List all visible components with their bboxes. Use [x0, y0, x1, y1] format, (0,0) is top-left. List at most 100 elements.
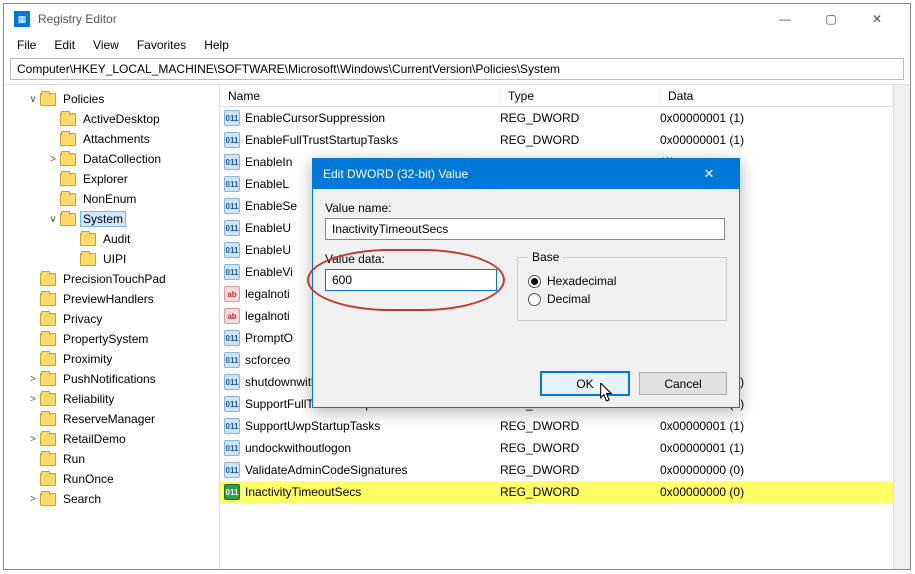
tree-node-proximity[interactable]: Proximity: [4, 349, 219, 369]
value-type-icon: 011: [224, 352, 240, 368]
tree-node-attachments[interactable]: Attachments: [4, 129, 219, 149]
value-type-icon: 011: [224, 176, 240, 192]
twisty-icon[interactable]: >: [46, 154, 60, 165]
twisty-icon[interactable]: >: [26, 394, 40, 405]
folder-icon: [60, 113, 76, 126]
menu-edit[interactable]: Edit: [46, 36, 83, 54]
close-button[interactable]: ✕: [854, 4, 900, 34]
tree-node-policies[interactable]: ∨Policies: [4, 89, 219, 109]
tree-node-uipi[interactable]: UIPI: [4, 249, 219, 269]
tree-node-search[interactable]: >Search: [4, 489, 219, 509]
value-data-field[interactable]: [325, 269, 497, 291]
tree-node-precisiontouchpad[interactable]: PrecisionTouchPad: [4, 269, 219, 289]
list-row[interactable]: 011EnableCursorSuppressionREG_DWORD0x000…: [220, 107, 893, 129]
value-type-icon: 011: [224, 374, 240, 390]
twisty-icon[interactable]: >: [26, 434, 40, 445]
tree-view[interactable]: ∨PoliciesActiveDesktopAttachments>DataCo…: [4, 85, 220, 569]
dialog-title: Edit DWORD (32-bit) Value: [323, 167, 689, 181]
menu-file[interactable]: File: [9, 36, 44, 54]
vertical-scrollbar[interactable]: [893, 85, 910, 569]
tree-node-runonce[interactable]: RunOnce: [4, 469, 219, 489]
maximize-button[interactable]: ▢: [808, 4, 854, 34]
tree-node-propertysystem[interactable]: PropertySystem: [4, 329, 219, 349]
radio-dec-icon: [528, 293, 541, 306]
tree-node-nonenum[interactable]: NonEnum: [4, 189, 219, 209]
minimize-button[interactable]: —: [762, 4, 808, 34]
twisty-icon[interactable]: ∨: [26, 94, 40, 105]
twisty-icon[interactable]: >: [26, 374, 40, 385]
ok-button[interactable]: OK: [541, 372, 629, 395]
value-type-icon: ab: [224, 286, 240, 302]
folder-icon: [40, 353, 56, 366]
list-row[interactable]: 011SupportUwpStartupTasksREG_DWORD0x0000…: [220, 415, 893, 437]
col-data-header[interactable]: Data: [660, 86, 893, 106]
value-type-icon: 011: [224, 418, 240, 434]
edit-dword-dialog: Edit DWORD (32-bit) Value ✕ Value name: …: [312, 158, 740, 408]
value-type-icon: 011: [224, 264, 240, 280]
folder-icon: [40, 373, 56, 386]
folder-icon: [60, 153, 76, 166]
window-title: Registry Editor: [38, 12, 762, 26]
radio-hex-icon: [528, 275, 541, 288]
tree-node-retaildemo[interactable]: >RetailDemo: [4, 429, 219, 449]
tree-node-previewhandlers[interactable]: PreviewHandlers: [4, 289, 219, 309]
value-type-icon: 011: [224, 440, 240, 456]
base-group: Base Hexadecimal Decimal: [517, 250, 727, 321]
list-row[interactable]: 011ValidateAdminCodeSignaturesREG_DWORD0…: [220, 459, 893, 481]
tree-node-reservemanager[interactable]: ReserveManager: [4, 409, 219, 429]
dialog-titlebar[interactable]: Edit DWORD (32-bit) Value ✕: [313, 159, 739, 189]
list-row[interactable]: 011EnableFullTrustStartupTasksREG_DWORD0…: [220, 129, 893, 151]
titlebar[interactable]: ▦ Registry Editor — ▢ ✕: [4, 4, 910, 34]
folder-icon: [60, 213, 76, 226]
tree-node-privacy[interactable]: Privacy: [4, 309, 219, 329]
folder-icon: [40, 473, 56, 486]
radio-decimal[interactable]: Decimal: [528, 292, 716, 306]
tree-node-datacollection[interactable]: >DataCollection: [4, 149, 219, 169]
list-header[interactable]: Name Type Data: [220, 85, 893, 107]
folder-icon: [40, 493, 56, 506]
menu-bar: FileEditViewFavoritesHelp: [4, 34, 910, 56]
radio-hex-label: Hexadecimal: [547, 274, 616, 288]
address-bar[interactable]: Computer\HKEY_LOCAL_MACHINE\SOFTWARE\Mic…: [10, 58, 904, 80]
value-type-icon: 011: [224, 110, 240, 126]
tree-node-pushnotifications[interactable]: >PushNotifications: [4, 369, 219, 389]
tree-node-explorer[interactable]: Explorer: [4, 169, 219, 189]
value-name-label: Value name:: [325, 201, 727, 215]
twisty-icon[interactable]: ∨: [46, 214, 60, 225]
value-type-icon: 011: [224, 198, 240, 214]
registry-editor-window: ▦ Registry Editor — ▢ ✕ FileEditViewFavo…: [3, 3, 911, 570]
value-type-icon: 011: [224, 220, 240, 236]
folder-icon: [40, 313, 56, 326]
menu-view[interactable]: View: [85, 36, 127, 54]
folder-icon: [40, 93, 56, 106]
col-name-header[interactable]: Name: [220, 86, 500, 106]
value-name-field[interactable]: [325, 218, 725, 240]
radio-dec-label: Decimal: [547, 292, 590, 306]
value-type-icon: ab: [224, 308, 240, 324]
folder-icon: [80, 253, 96, 266]
list-row[interactable]: 011undockwithoutlogonREG_DWORD0x00000001…: [220, 437, 893, 459]
tree-node-activedesktop[interactable]: ActiveDesktop: [4, 109, 219, 129]
tree-node-reliability[interactable]: >Reliability: [4, 389, 219, 409]
value-data-label: Value data:: [325, 252, 499, 266]
value-type-icon: 011: [224, 154, 240, 170]
dialog-close-button[interactable]: ✕: [689, 166, 729, 182]
tree-node-run[interactable]: Run: [4, 449, 219, 469]
menu-help[interactable]: Help: [196, 36, 237, 54]
tree-node-audit[interactable]: Audit: [4, 229, 219, 249]
twisty-icon[interactable]: >: [26, 494, 40, 505]
radio-hexadecimal[interactable]: Hexadecimal: [528, 274, 716, 288]
menu-favorites[interactable]: Favorites: [129, 36, 194, 54]
list-row[interactable]: 011InactivityTimeoutSecsREG_DWORD0x00000…: [220, 481, 893, 503]
value-type-icon: 011: [224, 484, 240, 500]
tree-node-system[interactable]: ∨System: [4, 209, 219, 229]
value-type-icon: 011: [224, 462, 240, 478]
folder-icon: [40, 413, 56, 426]
value-type-icon: 011: [224, 330, 240, 346]
value-type-icon: 011: [224, 132, 240, 148]
col-type-header[interactable]: Type: [500, 86, 660, 106]
folder-icon: [60, 173, 76, 186]
folder-icon: [40, 393, 56, 406]
folder-icon: [40, 453, 56, 466]
cancel-button[interactable]: Cancel: [639, 372, 727, 395]
